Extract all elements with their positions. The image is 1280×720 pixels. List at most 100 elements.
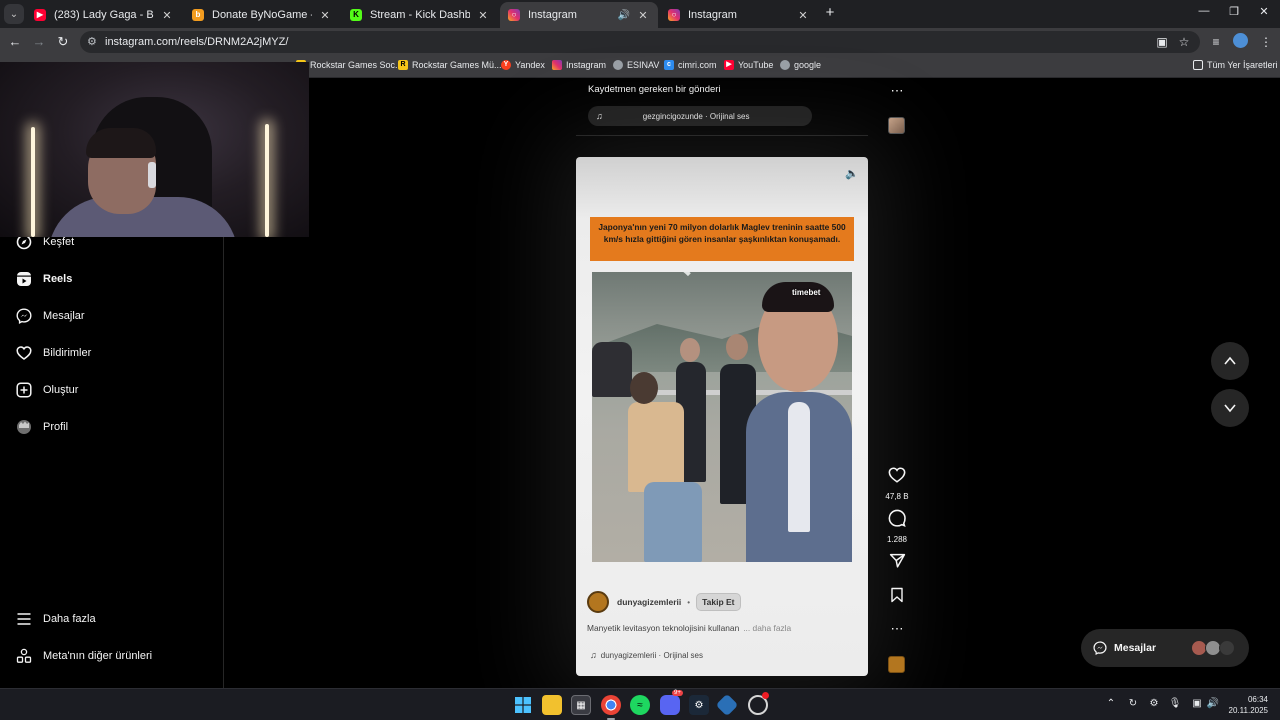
chrome-icon[interactable] <box>601 695 621 720</box>
minimize-icon[interactable]: — <box>1196 5 1212 17</box>
sidebar-item-more[interactable]: Daha fazla <box>16 611 96 627</box>
address-bar[interactable]: ⚙ instagram.com/reels/DRNM2A2jMYZ/ ▣ ☆ <box>80 31 1200 53</box>
instagram-icon <box>552 60 562 70</box>
forward-icon[interactable]: → <box>31 34 47 50</box>
close-icon[interactable]: ✕ <box>636 9 650 22</box>
store-icon[interactable]: ▦ <box>571 695 591 715</box>
new-tab-button[interactable]: + <box>822 5 838 21</box>
menu-icon <box>16 611 32 627</box>
reel-caption[interactable]: Manyetik levitasyon teknolojisini kullan… <box>587 623 791 633</box>
media-controls-icon[interactable]: ≡ <box>1208 35 1224 49</box>
sidebar-item-label: Bildirimler <box>43 347 92 359</box>
app-icon[interactable] <box>748 692 769 715</box>
volume-icon[interactable]: 🔊 <box>1206 698 1220 709</box>
tab-instagram[interactable]: ○ Instagram ✕ <box>660 2 818 28</box>
site-info-icon[interactable]: ⚙ <box>87 35 97 48</box>
back-icon[interactable]: ← <box>7 34 23 50</box>
bookmark-label: Tüm Yer İşaretleri <box>1207 60 1278 70</box>
led-light-left <box>31 127 35 237</box>
previous-reel-button[interactable] <box>1211 342 1249 380</box>
sidebar-item-notifications[interactable]: Bildirimler <box>16 345 91 361</box>
caption-more-link[interactable]: ... daha fazla <box>743 623 791 633</box>
sidebar-item-label: Meta'nın diğer ürünleri <box>43 650 153 662</box>
globe-icon <box>780 60 790 70</box>
bookmark-item[interactable]: ESINAV <box>613 60 659 70</box>
chevron-up-icon[interactable]: ⌃ <box>1104 698 1118 709</box>
heart-icon <box>16 345 32 361</box>
close-icon[interactable]: ✕ <box>318 9 332 22</box>
comment-button[interactable]: 1.288 <box>882 509 912 544</box>
bookmark-item[interactable]: google <box>780 60 821 70</box>
sidebar-item-create[interactable]: Oluştur <box>16 382 78 398</box>
messages-pill[interactable]: Mesajlar <box>1081 629 1249 667</box>
tab-title: Instagram <box>688 9 737 21</box>
steam-icon[interactable]: ⚙ <box>689 695 709 715</box>
all-bookmarks-folder[interactable]: Tüm Yer İşaretleri <box>1193 60 1278 70</box>
tab-youtube[interactable]: ▶ (283) Lady Gaga - Bloody Mary ✕ <box>26 2 182 28</box>
close-icon[interactable]: ✕ <box>796 9 810 22</box>
tab-instagram-active[interactable]: ○ Instagram 🔊 ✕ <box>500 2 658 28</box>
audio-thumbnail[interactable] <box>888 117 905 134</box>
network-icon[interactable]: ▣ <box>1190 698 1204 709</box>
reload-icon[interactable]: ↻ <box>55 34 71 50</box>
profile-avatar-icon <box>16 419 32 435</box>
reel-video-frame[interactable]: timebet <box>592 272 852 562</box>
bookmark-label: google <box>794 60 822 70</box>
speaker-icon[interactable]: 🔈 <box>844 166 860 182</box>
profile-avatar-icon[interactable] <box>1233 33 1248 48</box>
battlenet-icon[interactable] <box>715 693 739 717</box>
reel-player[interactable]: 🔈 Japonya'nın yeni 70 milyon dolarlık Ma… <box>576 157 868 676</box>
clock-time: 06:34 <box>1247 695 1268 704</box>
instagram-icon: ○ <box>668 9 680 21</box>
tab-title: Instagram <box>528 9 577 21</box>
sidebar-item-profile[interactable]: Profil <box>16 419 68 435</box>
close-window-icon[interactable]: ✕ <box>1256 5 1272 18</box>
url-text[interactable]: instagram.com/reels/DRNM2A2jMYZ/ <box>105 36 288 48</box>
bookmark-item[interactable]: ▶ YouTube <box>724 60 773 70</box>
save-button[interactable] <box>882 587 912 608</box>
bookmark-item[interactable]: c cimri.com <box>664 60 717 70</box>
next-reel-button[interactable] <box>1211 389 1249 427</box>
cimri-icon: c <box>664 60 674 70</box>
install-app-icon[interactable]: ▣ <box>1154 35 1170 49</box>
like-button[interactable]: 47,8 B <box>882 466 912 501</box>
more-options-icon[interactable]: ⋯ <box>882 83 912 99</box>
tab-bynogame[interactable]: b Donate ByNoGame - Gelen/Giden ✕ <box>184 2 340 28</box>
share-button[interactable] <box>882 552 912 574</box>
close-icon[interactable]: ✕ <box>160 9 174 22</box>
file-explorer-icon[interactable] <box>542 695 562 715</box>
webcam-overlay <box>0 62 309 237</box>
close-icon[interactable]: ✕ <box>476 9 490 22</box>
globe-icon <box>613 60 623 70</box>
windows-start-icon[interactable] <box>513 695 533 715</box>
spotify-icon[interactable]: ≈ <box>630 695 650 715</box>
restore-icon[interactable]: ❐ <box>1226 5 1242 18</box>
bookmark-star-icon[interactable]: ☆ <box>1176 35 1192 49</box>
microphone-icon[interactable]: 🎙 <box>1168 698 1182 709</box>
woman-yellow-shirt <box>628 402 684 492</box>
speaker-icon[interactable]: 🔊 <box>618 10 630 21</box>
audio-thumbnail[interactable] <box>888 656 905 673</box>
author-avatar[interactable] <box>587 591 609 613</box>
more-options-icon[interactable]: ⋯ <box>882 621 912 637</box>
system-clock[interactable]: 06:34 20.11.2025 <box>1226 694 1268 716</box>
kebab-menu-icon[interactable]: ⋮ <box>1258 35 1274 49</box>
bookmark-item[interactable]: Rockstar Games Soc... <box>296 60 403 70</box>
author-username[interactable]: dunyagizemlerii <box>617 597 681 607</box>
follow-button[interactable]: Takip Et <box>696 593 741 611</box>
tab-kick[interactable]: K Stream - Kick Dashboard ✕ <box>342 2 498 28</box>
sidebar-item-reels[interactable]: Reels <box>16 271 72 287</box>
woman-head <box>630 372 658 404</box>
bookmark-item[interactable]: R Rockstar Games Mü... <box>398 60 502 70</box>
sidebar-item-messages[interactable]: Mesajlar <box>16 308 85 324</box>
bookmark-item[interactable]: Y Yandex <box>501 60 545 70</box>
bookmark-item[interactable]: Instagram <box>552 60 606 70</box>
audio-pill[interactable]: ♫ gezgincigozunde · Orijinal ses <box>588 106 812 126</box>
reel-audio-link[interactable]: ♫ dunyagizemlerii · Orijinal ses <box>590 650 703 660</box>
tab-search-button[interactable]: ⌄ <box>4 4 24 24</box>
sidebar-item-meta-products[interactable]: Meta'nın diğer ürünleri <box>16 648 152 664</box>
discord-icon[interactable]: 9+ <box>660 690 683 715</box>
messenger-icon <box>1093 641 1107 655</box>
sync-icon[interactable]: ↻ <box>1126 698 1140 709</box>
steam-tray-icon[interactable]: ⚙ <box>1147 698 1161 709</box>
